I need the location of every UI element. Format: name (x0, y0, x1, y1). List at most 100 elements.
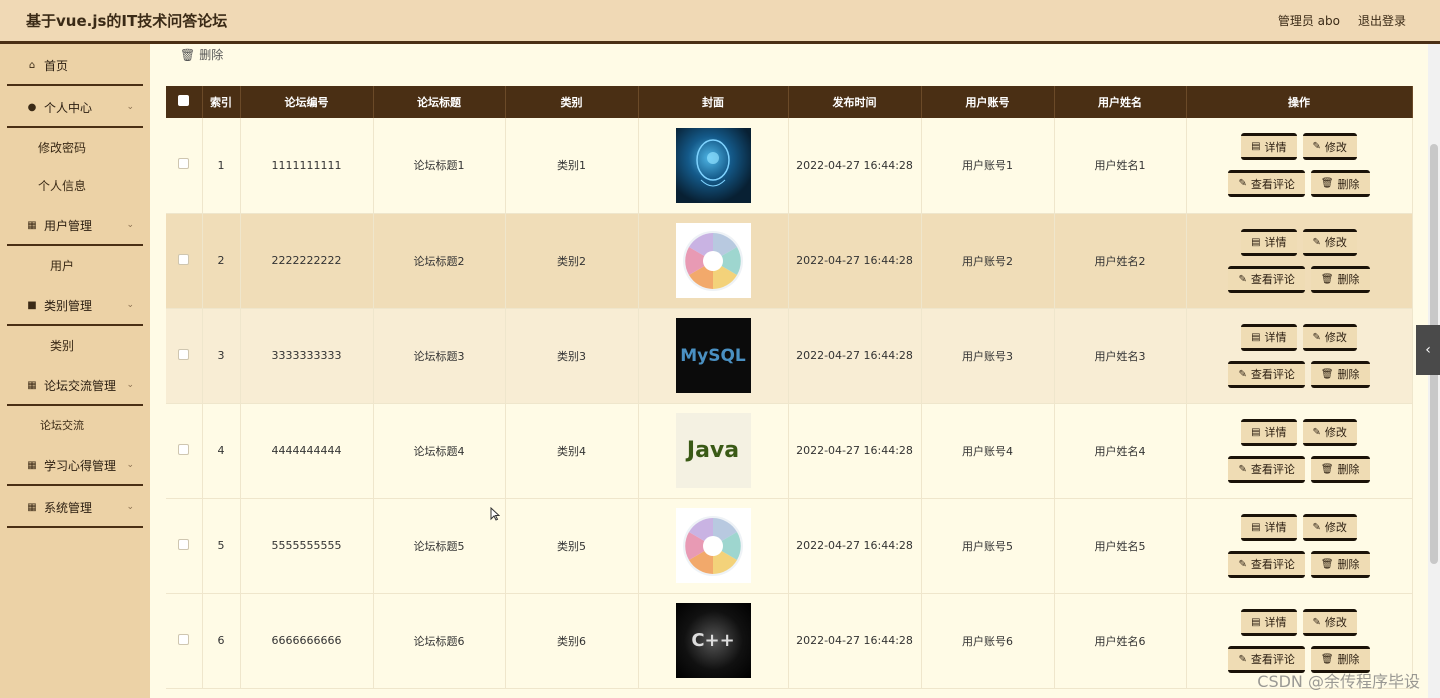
view-comments-button[interactable]: ✎ 查看评论 (1228, 550, 1305, 578)
row-checkbox[interactable] (178, 538, 190, 550)
code-cell: 4444444444 (240, 403, 374, 499)
sidebar-item-user-mgmt[interactable]: ▦ 用户管理 ⌄ (0, 204, 150, 246)
sidebar-item-label: 个人中心 (44, 100, 93, 115)
select-cell[interactable] (166, 593, 203, 689)
sidebar-item-category[interactable]: 类别 (0, 326, 150, 364)
button-label: 查看评论 (1250, 558, 1295, 571)
title-cell: 论坛标题1 (373, 118, 506, 214)
button-label: 修改 (1324, 140, 1347, 154)
cover-image[interactable] (675, 508, 751, 583)
button-label: 查看评论 (1250, 653, 1295, 666)
button-label: 修改 (1324, 426, 1347, 439)
sidebar-item-personal-info[interactable]: 个人信息 (0, 166, 150, 204)
edit-button[interactable]: ✎ 修改 (1302, 133, 1357, 161)
select-cell[interactable] (166, 308, 203, 404)
sidebar-item-label: 学习心得管理 (44, 458, 117, 473)
row-checkbox[interactable] (178, 443, 190, 455)
button-label: 删除 (1337, 558, 1360, 571)
delete-button[interactable]: 🗑 删除 (1310, 550, 1370, 578)
collapse-panel-button[interactable]: ‹ (1416, 325, 1440, 375)
delete-button[interactable]: 🗑 删除 (1310, 360, 1370, 388)
view-comments-button[interactable]: ✎ 查看评论 (1228, 455, 1305, 483)
sidebar-item-learning-mgmt[interactable]: ▦ 学习心得管理 ⌄ (0, 444, 150, 486)
select-cell[interactable] (166, 498, 203, 594)
select-cell[interactable] (166, 118, 203, 214)
view-comments-button[interactable]: ✎ 查看评论 (1228, 265, 1305, 293)
edit-button[interactable]: ✎ 修改 (1302, 608, 1357, 636)
detail-button[interactable]: ▤ 详情 (1241, 608, 1297, 636)
code-cell: 3333333333 (240, 308, 374, 404)
column-header[interactable]: 论坛标题 (373, 86, 506, 118)
select-all-checkbox[interactable] (178, 95, 190, 106)
table-row[interactable]: 4 4444444444 论坛标题4 类别4 Java 2022-04-27 16:44:… (166, 403, 1413, 499)
cover-image[interactable] (675, 223, 751, 298)
code-cell: 2222222222 (240, 213, 374, 309)
table-row[interactable]: 1 1111111111 论坛标题1 类别1 2022-04-27 16:44:28 用户… (166, 118, 1413, 214)
detail-button[interactable]: ▤ 详情 (1241, 133, 1297, 161)
cover-cell: MySQL (638, 308, 789, 404)
delete-button[interactable]: 🗑 删除 (1310, 265, 1370, 293)
document-icon: ▤ (1251, 236, 1261, 248)
batch-delete-button[interactable]: 🗑 删除 (180, 46, 223, 63)
button-label: 详情 (1264, 426, 1287, 439)
table-row[interactable]: 3 3333333333 论坛标题3 类别3 MySQL 2022-04-27 16:44… (166, 308, 1413, 404)
chevron-left-icon: ‹ (1425, 342, 1431, 358)
detail-button[interactable]: ▤ 详情 (1241, 228, 1297, 256)
sidebar-item-forum[interactable]: 论坛交流 (0, 406, 150, 444)
account-cell: 用户账号2 (921, 213, 1055, 309)
delete-button[interactable]: 🗑 删除 (1310, 455, 1370, 483)
cover-image[interactable] (675, 127, 751, 203)
sidebar-item-forum-mgmt[interactable]: ▦ 论坛交流管理 ⌄ (0, 364, 150, 406)
document-icon: ▤ (1251, 616, 1261, 628)
cover-image[interactable]: MySQL (675, 318, 751, 393)
sidebar-item-change-password[interactable]: 修改密码 (0, 128, 150, 166)
column-header[interactable]: 类别 (505, 86, 639, 118)
sidebar-item-system-mgmt[interactable]: ▦ 系统管理 ⌄ (0, 486, 150, 528)
account-cell: 用户账号5 (921, 498, 1055, 594)
detail-button[interactable]: ▤ 详情 (1241, 323, 1297, 351)
edit-button[interactable]: ✎ 修改 (1302, 513, 1357, 541)
document-icon: ▤ (1251, 331, 1261, 343)
actions-cell: ▤ 详情 ✎ 修改 ✎ 查看评论 🗑 删除 (1186, 118, 1413, 214)
ai-head-graphic (696, 139, 730, 187)
detail-button[interactable]: ▤ 详情 (1241, 513, 1297, 541)
wheel-graphic (683, 230, 743, 291)
account-cell: 用户账号6 (921, 593, 1055, 689)
button-label: 修改 (1324, 236, 1347, 249)
column-header[interactable]: 用户姓名 (1054, 86, 1187, 118)
table-row[interactable]: 2 2222222222 论坛标题2 类别2 2022-04-27 16:44:28 用户… (166, 213, 1413, 309)
column-header[interactable]: 用户账号 (921, 86, 1055, 118)
select-all-cell[interactable] (166, 86, 203, 118)
sidebar-item-home[interactable]: ⌂ 首页 (0, 44, 150, 86)
column-header[interactable]: 论坛编号 (240, 86, 374, 118)
select-cell[interactable] (166, 403, 203, 499)
view-comments-button[interactable]: ✎ 查看评论 (1228, 170, 1305, 198)
table-row[interactable]: 5 5555555555 论坛标题5 类别5 2022-04-27 16:44:28 用户… (166, 498, 1413, 594)
cover-image[interactable]: Java (675, 413, 751, 488)
logout-link[interactable]: 退出登录 (1358, 12, 1406, 29)
sidebar-item-personal-center[interactable]: ● 个人中心 ⌄ (0, 86, 150, 128)
edit-button[interactable]: ✎ 修改 (1302, 418, 1357, 446)
edit-icon: ✎ (1238, 273, 1247, 285)
row-checkbox[interactable] (178, 253, 190, 265)
title-cell: 论坛标题2 (373, 213, 506, 309)
edit-button[interactable]: ✎ 修改 (1302, 323, 1357, 351)
view-comments-button[interactable]: ✎ 查看评论 (1228, 360, 1305, 388)
row-checkbox[interactable] (178, 348, 190, 360)
edit-button[interactable]: ✎ 修改 (1302, 228, 1357, 256)
grid-icon: ▦ (27, 219, 37, 231)
category-cell: 类别6 (505, 593, 639, 689)
delete-button[interactable]: 🗑 删除 (1310, 170, 1370, 198)
button-label: 详情 (1264, 616, 1287, 629)
sidebar-item-user[interactable]: 用户 (0, 246, 150, 284)
sidebar-item-category-mgmt[interactable]: ■ 类别管理 ⌄ (0, 284, 150, 326)
cover-image[interactable]: C++ (675, 603, 751, 678)
actions-cell: ▤ 详情 ✎ 修改 ✎ 查看评论 🗑 删除 (1186, 403, 1413, 499)
select-cell[interactable] (166, 213, 203, 309)
row-checkbox[interactable] (178, 633, 190, 645)
column-header[interactable]: 发布时间 (788, 86, 922, 118)
table-row[interactable]: 6 6666666666 论坛标题6 类别6 C++ 2022-04-27 16:44:2… (166, 593, 1413, 689)
trash-icon: 🗑 (1320, 368, 1334, 380)
detail-button[interactable]: ▤ 详情 (1241, 418, 1297, 446)
row-checkbox[interactable] (178, 158, 190, 170)
